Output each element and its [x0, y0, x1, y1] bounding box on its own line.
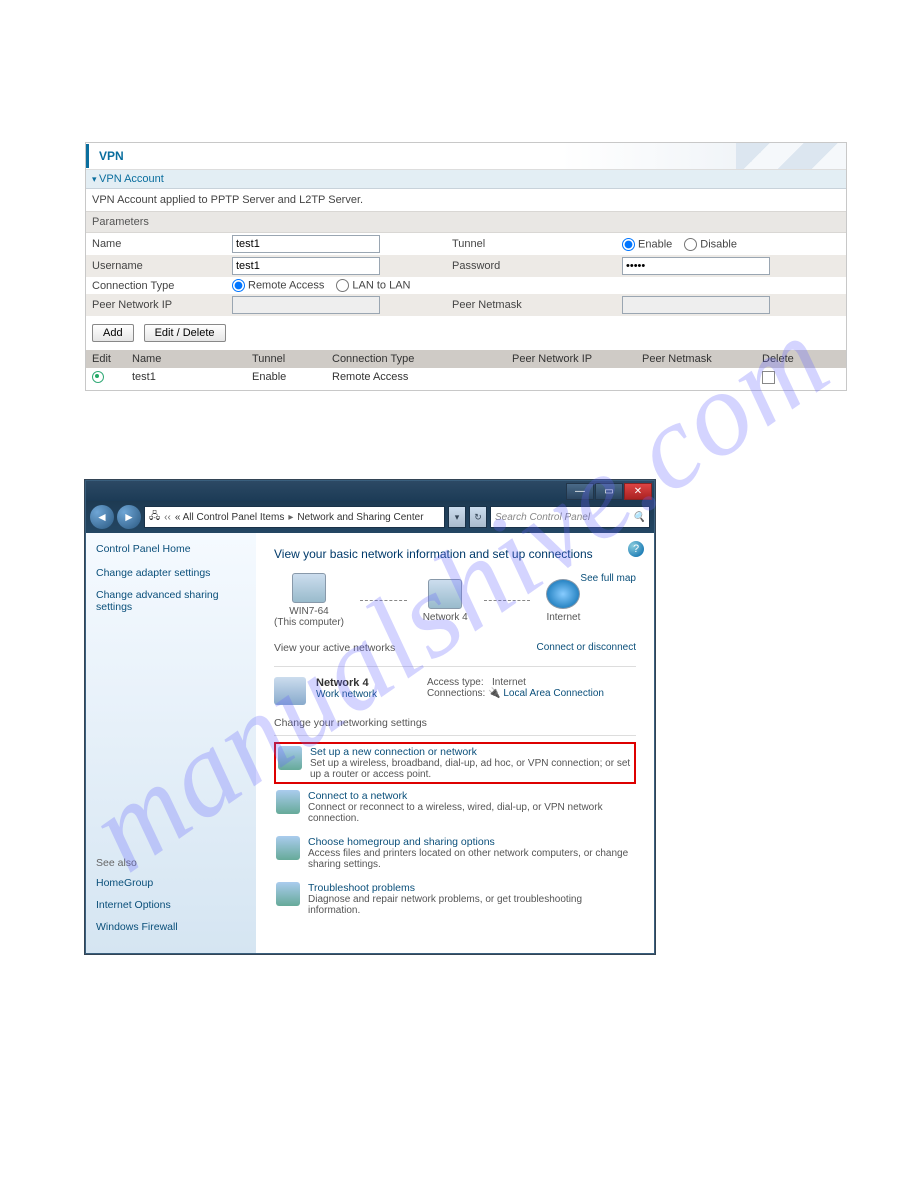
option-desc: Diagnose and repair network problems, or… — [308, 894, 634, 916]
maximize-button[interactable]: ▭ — [595, 483, 623, 500]
peer-netmask-input[interactable] — [622, 296, 770, 314]
enable-radio[interactable]: Enable — [622, 238, 672, 251]
option-title[interactable]: Connect to a network — [308, 790, 634, 802]
active-network-type[interactable]: Work network — [316, 689, 377, 700]
active-network-name: Network 4 — [316, 677, 377, 689]
connect-disconnect-link[interactable]: Connect or disconnect — [536, 642, 636, 653]
toolbar: ◄ ► 🖧 ‹‹ « All Control Panel Items ▸ Net… — [86, 501, 654, 533]
vpn-tab[interactable]: VPN — [86, 144, 134, 168]
row-conn: Remote Access — [332, 371, 512, 387]
vpn-banner-image — [134, 143, 846, 169]
row-peermask — [642, 371, 762, 387]
option-desc: Access files and printers located on oth… — [308, 848, 634, 870]
vpn-description: VPN Account applied to PPTP Server and L… — [86, 189, 846, 211]
close-button[interactable]: ✕ — [624, 483, 652, 500]
network-option-2[interactable]: Choose homegroup and sharing optionsAcce… — [274, 830, 636, 876]
vpn-account-section[interactable]: VPN Account — [86, 170, 846, 189]
row-tunnel: Enable — [252, 371, 332, 387]
peer-ip-label: Peer Network IP — [92, 299, 232, 311]
remote-access-radio[interactable]: Remote Access — [232, 279, 324, 292]
option-title[interactable]: Troubleshoot problems — [308, 882, 634, 894]
disable-radio[interactable]: Disable — [684, 238, 737, 251]
help-icon[interactable]: ? — [628, 541, 644, 557]
network-option-0[interactable]: Set up a new connection or networkSet up… — [274, 742, 636, 784]
search-input[interactable]: Search Control Panel 🔍 — [490, 506, 650, 528]
password-input[interactable] — [622, 257, 770, 275]
internet-options-link[interactable]: Internet Options — [96, 899, 246, 911]
control-panel-home-link[interactable]: Control Panel Home — [96, 543, 246, 555]
search-icon: 🔍 — [633, 512, 645, 523]
grid-header: Edit Name Tunnel Connection Type Peer Ne… — [86, 350, 846, 368]
tunnel-label: Tunnel — [452, 238, 622, 250]
breadcrumb[interactable]: 🖧 ‹‹ « All Control Panel Items ▸ Network… — [144, 506, 445, 528]
internet-icon — [546, 579, 580, 609]
option-desc: Connect or reconnect to a wireless, wire… — [308, 802, 634, 824]
see-full-map-link[interactable]: See full map — [580, 573, 636, 584]
row-peerip — [512, 371, 642, 387]
titlebar: — ▭ ✕ — [86, 481, 654, 501]
breadcrumb-dropdown[interactable]: ▾ — [448, 506, 466, 528]
refresh-button[interactable]: ↻ — [469, 506, 487, 528]
username-label: Username — [92, 260, 232, 272]
table-row: test1 Enable Remote Access — [86, 368, 846, 390]
local-area-connection-link[interactable]: Local Area Connection — [503, 688, 604, 699]
name-input[interactable] — [232, 235, 380, 253]
computer-icon — [292, 573, 326, 603]
see-also-label: See also — [96, 857, 246, 869]
network-option-1[interactable]: Connect to a networkConnect or reconnect… — [274, 784, 636, 830]
change-adapter-link[interactable]: Change adapter settings — [96, 567, 246, 579]
row-name: test1 — [132, 371, 252, 387]
add-button[interactable]: Add — [92, 324, 134, 342]
vpn-header: VPN — [86, 143, 846, 170]
name-label: Name — [92, 238, 232, 250]
minimize-button[interactable]: — — [566, 483, 594, 500]
password-label: Password — [452, 260, 622, 272]
option-title[interactable]: Set up a new connection or network — [310, 746, 632, 758]
username-input[interactable] — [232, 257, 380, 275]
change-settings-label: Change your networking settings — [274, 717, 636, 729]
change-advanced-link[interactable]: Change advanced sharing settings — [96, 589, 246, 613]
parameters-header: Parameters — [86, 211, 846, 233]
row-delete-checkbox[interactable] — [762, 371, 775, 384]
vpn-panel: VPN VPN Account VPN Account applied to P… — [85, 142, 847, 391]
lan-to-lan-radio[interactable]: LAN to LAN — [336, 279, 410, 292]
main-content: ? View your basic network information an… — [256, 533, 654, 953]
network-option-3[interactable]: Troubleshoot problemsDiagnose and repair… — [274, 876, 636, 922]
option-title[interactable]: Choose homegroup and sharing options — [308, 836, 634, 848]
active-network-icon — [274, 677, 306, 705]
option-icon — [276, 836, 300, 860]
option-icon — [276, 882, 300, 906]
control-panel-window: — ▭ ✕ ◄ ► 🖧 ‹‹ « All Control Panel Items… — [85, 480, 655, 954]
active-networks-label: View your active networks — [274, 642, 395, 654]
conntype-label: Connection Type — [92, 280, 232, 292]
forward-button[interactable]: ► — [117, 505, 141, 529]
option-icon — [278, 746, 302, 770]
peer-netmask-label: Peer Netmask — [452, 299, 622, 311]
edit-delete-button[interactable]: Edit / Delete — [144, 324, 226, 342]
homegroup-link[interactable]: HomeGroup — [96, 877, 246, 889]
page-title: View your basic network information and … — [274, 547, 636, 561]
option-icon — [276, 790, 300, 814]
back-button[interactable]: ◄ — [90, 505, 114, 529]
row-select-radio[interactable] — [92, 371, 104, 383]
peer-ip-input[interactable] — [232, 296, 380, 314]
windows-firewall-link[interactable]: Windows Firewall — [96, 921, 246, 933]
network-icon — [428, 579, 462, 609]
option-desc: Set up a wireless, broadband, dial-up, a… — [310, 758, 632, 780]
sidebar: Control Panel Home Change adapter settin… — [86, 533, 256, 953]
